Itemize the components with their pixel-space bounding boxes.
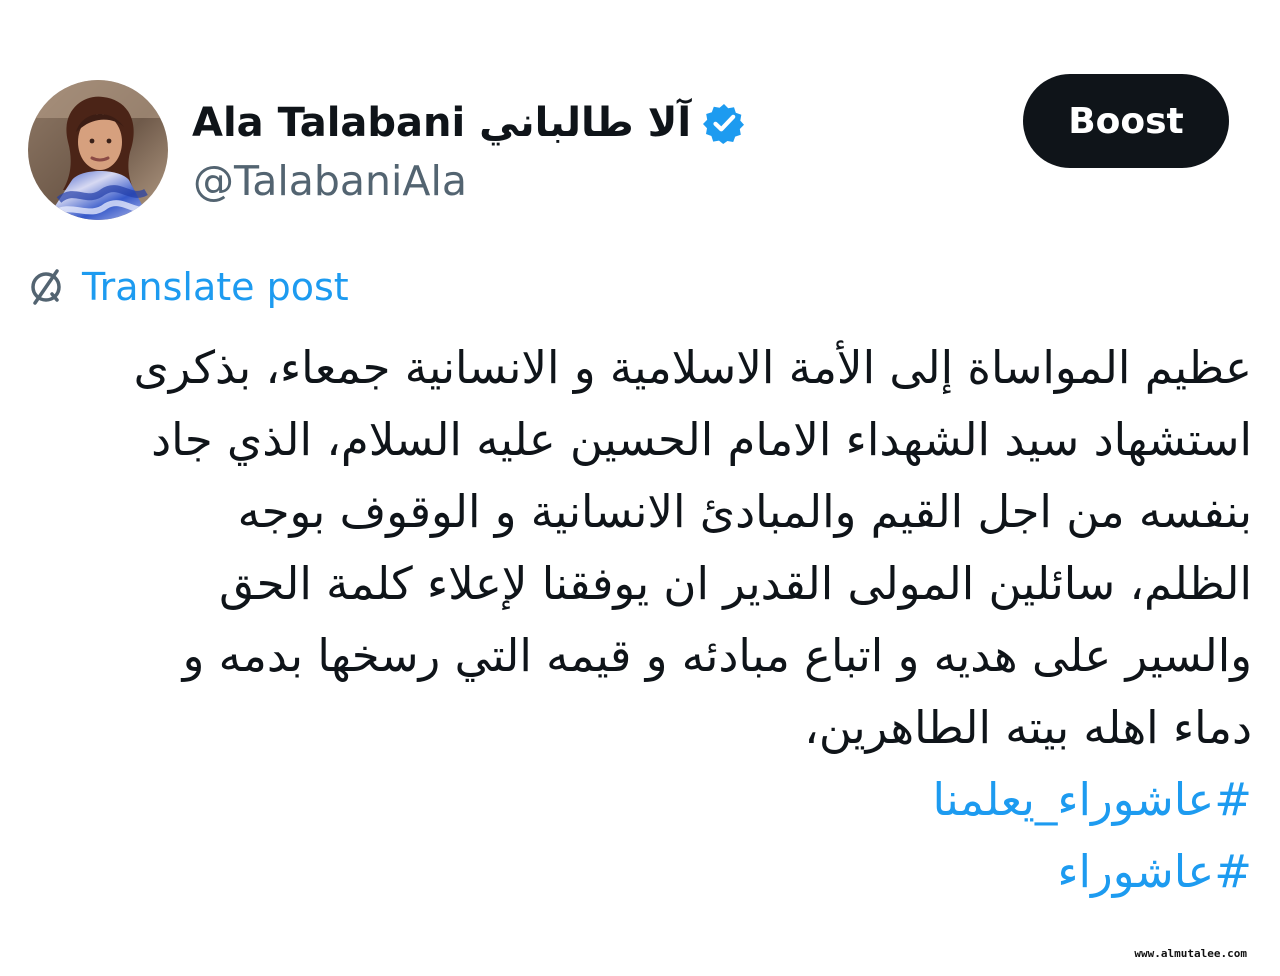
author-name-row[interactable]: Ala Talabani آلا طالباني <box>192 95 745 151</box>
watermark: www.almutalee.com <box>1131 946 1250 961</box>
display-name[interactable]: Ala Talabani آلا طالباني <box>192 95 691 151</box>
post-screen: ⌒ <box>0 0 1280 976</box>
post-text: عظيم المواساة إلى الأمة الاسلامية و الان… <box>36 332 1252 908</box>
username-handle[interactable]: @TalabaniAla <box>193 153 467 209</box>
post-text-line: بنفسه من اجل القيم والمبادئ الانسانية و … <box>237 485 1252 538</box>
boost-button[interactable]: Boost <box>1023 74 1229 168</box>
translate-icon <box>26 267 66 307</box>
hashtag-link[interactable]: #عاشوراء_يعلمنا <box>36 764 1252 836</box>
post-text-line: عظيم المواساة إلى الأمة الاسلامية و الان… <box>133 341 1252 394</box>
translate-post-link[interactable]: Translate post <box>26 262 349 312</box>
profile-photo-icon <box>28 80 168 220</box>
translate-post-label[interactable]: Translate post <box>82 262 349 312</box>
post-text-line: والسير على هديه و اتباع مبادئه و قيمه ال… <box>182 629 1252 682</box>
hashtag-link[interactable]: #عاشوراء <box>36 836 1252 908</box>
post-text-line: الظلم، سائلين المولى القدير ان يوفقنا لإ… <box>219 557 1252 610</box>
post-text-line: دماء اهله بيته الطاهرين، <box>804 701 1252 754</box>
cropped-top-mark: ⌒ <box>1040 0 1110 6</box>
verified-badge-icon <box>703 102 745 144</box>
post-text-line: استشهاد سيد الشهداء الامام الحسين عليه ا… <box>151 413 1252 466</box>
avatar[interactable] <box>28 80 168 220</box>
